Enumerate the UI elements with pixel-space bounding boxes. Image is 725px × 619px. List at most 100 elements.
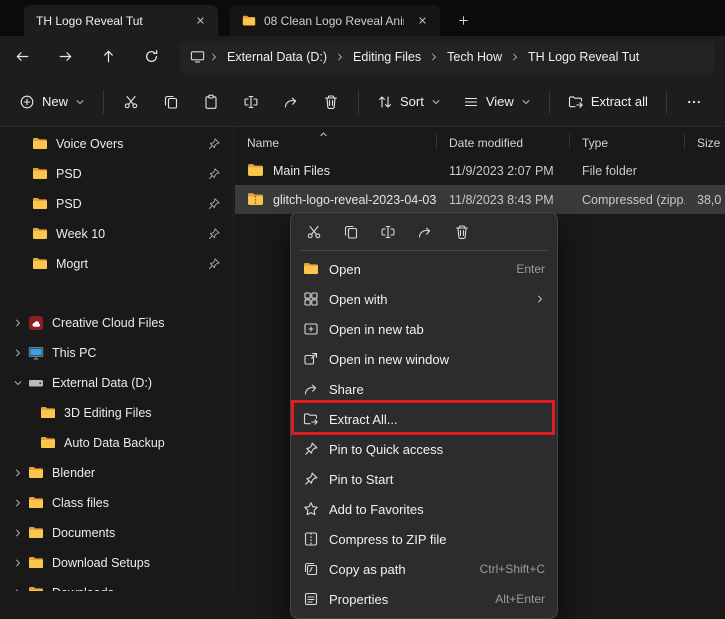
sidebar-item-label: PSD — [56, 167, 207, 181]
sort-button[interactable]: Sort — [366, 85, 452, 119]
tab-08-clean-logo-reveal[interactable]: 08 Clean Logo Reveal Animatio — [230, 5, 440, 36]
new-plus-icon — [19, 94, 35, 110]
cut-button[interactable] — [111, 85, 151, 119]
share-icon — [417, 224, 433, 240]
column-header-name[interactable]: Name — [235, 130, 437, 154]
chevron-right-icon[interactable] — [8, 558, 28, 568]
sidebar-item-this-pc[interactable]: This PC — [4, 338, 229, 368]
sidebar-item-mogrt[interactable]: Mogrt — [4, 249, 229, 279]
chevron-right-icon[interactable] — [8, 318, 28, 328]
file-row-main-files[interactable]: Main Files 11/9/2023 2:07 PM File folder — [235, 156, 725, 185]
extract-all-button[interactable]: Extract all — [557, 85, 659, 119]
folder-icon — [32, 136, 48, 152]
tab-close-button[interactable] — [190, 11, 210, 31]
sidebar-item-label: Documents — [52, 526, 221, 540]
sidebar-item-downloads[interactable]: Downloads — [4, 578, 229, 591]
sidebar-item-psd-2[interactable]: PSD — [4, 189, 229, 219]
context-menu-item-extract-all[interactable]: Extract All... — [295, 404, 553, 434]
menu-item-label: Open with — [329, 292, 525, 307]
column-header-type[interactable]: Type — [570, 130, 685, 154]
delete-button[interactable] — [311, 85, 351, 119]
context-menu-item-open-in-new-tab[interactable]: Open in new tab — [295, 314, 553, 344]
tab-close-button[interactable] — [412, 11, 432, 31]
new-tab-button[interactable] — [450, 7, 476, 33]
file-size: 38,0 — [685, 193, 725, 207]
column-label: Date modified — [449, 136, 523, 150]
sidebar-item-label: Week 10 — [56, 227, 207, 241]
forward-button[interactable] — [47, 41, 83, 73]
context-menu-item-copy-as-path[interactable]: Copy as path Ctrl+Shift+C — [295, 554, 553, 584]
context-menu-item-open[interactable]: Open Enter — [295, 254, 553, 284]
paste-button[interactable] — [191, 85, 231, 119]
share-button[interactable] — [410, 218, 440, 246]
context-menu-item-pin-to-start[interactable]: Pin to Start — [295, 464, 553, 494]
more-options-button[interactable] — [674, 85, 714, 119]
monitor-icon — [190, 49, 205, 64]
new-window-icon — [303, 351, 319, 367]
context-menu-item-add-to-favorites[interactable]: Add to Favorites — [295, 494, 553, 524]
file-row-glitch-logo-reveal[interactable]: glitch-logo-reveal-2023-04-03-08-44-39 1… — [235, 185, 725, 214]
sidebar-item-creative-cloud-files[interactable]: Creative Cloud Files — [4, 308, 229, 338]
breadcrumb-item[interactable]: External Data (D:) — [220, 47, 334, 67]
column-headers: Name Date modified Type Size — [235, 130, 725, 154]
pin-icon — [207, 167, 221, 181]
menu-item-shortcut: Enter — [516, 262, 545, 276]
column-header-date-modified[interactable]: Date modified — [437, 130, 570, 154]
rename-button[interactable] — [373, 218, 403, 246]
sidebar-item-week-10[interactable]: Week 10 — [4, 219, 229, 249]
folder-icon — [28, 525, 44, 541]
tab-th-logo-reveal-tut[interactable]: TH Logo Reveal Tut — [24, 5, 218, 36]
copy-button[interactable] — [151, 85, 191, 119]
refresh-button[interactable] — [133, 41, 169, 73]
sidebar-item-auto-data-backup[interactable]: Auto Data Backup — [4, 428, 229, 458]
chevron-down-icon — [521, 97, 531, 107]
view-label: View — [486, 94, 514, 109]
sidebar-item-documents[interactable]: Documents — [4, 518, 229, 548]
sidebar-item-psd[interactable]: PSD — [4, 159, 229, 189]
sidebar-item-download-setups[interactable]: Download Setups — [4, 548, 229, 578]
breadcrumb-item[interactable]: Editing Files — [346, 47, 428, 67]
delete-button[interactable] — [447, 218, 477, 246]
up-button[interactable] — [90, 41, 126, 73]
zip-folder-icon — [247, 191, 264, 208]
toolbar-separator — [549, 90, 550, 114]
sidebar-item-label: Mogrt — [56, 257, 207, 271]
chevron-down-icon[interactable] — [8, 378, 28, 388]
sidebar-item-external-data[interactable]: External Data (D:) — [4, 368, 229, 398]
sidebar-item-3d-editing-files[interactable]: 3D Editing Files — [4, 398, 229, 428]
toolbar-separator — [358, 90, 359, 114]
share-button[interactable] — [271, 85, 311, 119]
breadcrumb-item[interactable]: Tech How — [440, 47, 509, 67]
rename-button[interactable] — [231, 85, 271, 119]
chevron-right-icon[interactable] — [8, 468, 28, 478]
column-label: Type — [582, 136, 608, 150]
column-label: Name — [247, 136, 279, 150]
folder-icon — [242, 14, 256, 28]
new-button[interactable]: New — [8, 85, 96, 119]
cut-button[interactable] — [299, 218, 329, 246]
context-menu-item-open-in-new-window[interactable]: Open in new window — [295, 344, 553, 374]
share-icon — [283, 94, 299, 110]
context-menu-item-pin-to-quick-access[interactable]: Pin to Quick access — [295, 434, 553, 464]
copy-button[interactable] — [336, 218, 366, 246]
breadcrumb-item[interactable]: TH Logo Reveal Tut — [521, 47, 646, 67]
context-menu-item-properties[interactable]: Properties Alt+Enter — [295, 584, 553, 614]
chevron-right-icon[interactable] — [8, 528, 28, 538]
sidebar-item-voice-overs[interactable]: Voice Overs — [4, 129, 229, 159]
context-menu-item-compress-to-zip[interactable]: Compress to ZIP file — [295, 524, 553, 554]
chevron-right-icon[interactable] — [8, 498, 28, 508]
sidebar-item-blender[interactable]: Blender — [4, 458, 229, 488]
drive-icon — [28, 375, 44, 391]
address-bar[interactable]: External Data (D:) Editing Files Tech Ho… — [180, 41, 715, 73]
view-button[interactable]: View — [452, 85, 542, 119]
sidebar-item-class-files[interactable]: Class files — [4, 488, 229, 518]
menu-item-shortcut: Alt+Enter — [495, 592, 545, 606]
sidebar-item-label: This PC — [52, 346, 221, 360]
column-header-size[interactable]: Size — [685, 130, 725, 154]
chevron-right-icon[interactable] — [8, 348, 28, 358]
context-menu-item-share[interactable]: Share — [295, 374, 553, 404]
folder-icon — [28, 585, 44, 591]
back-button[interactable] — [4, 41, 40, 73]
this-pc-icon — [28, 345, 44, 361]
context-menu-item-open-with[interactable]: Open with — [295, 284, 553, 314]
